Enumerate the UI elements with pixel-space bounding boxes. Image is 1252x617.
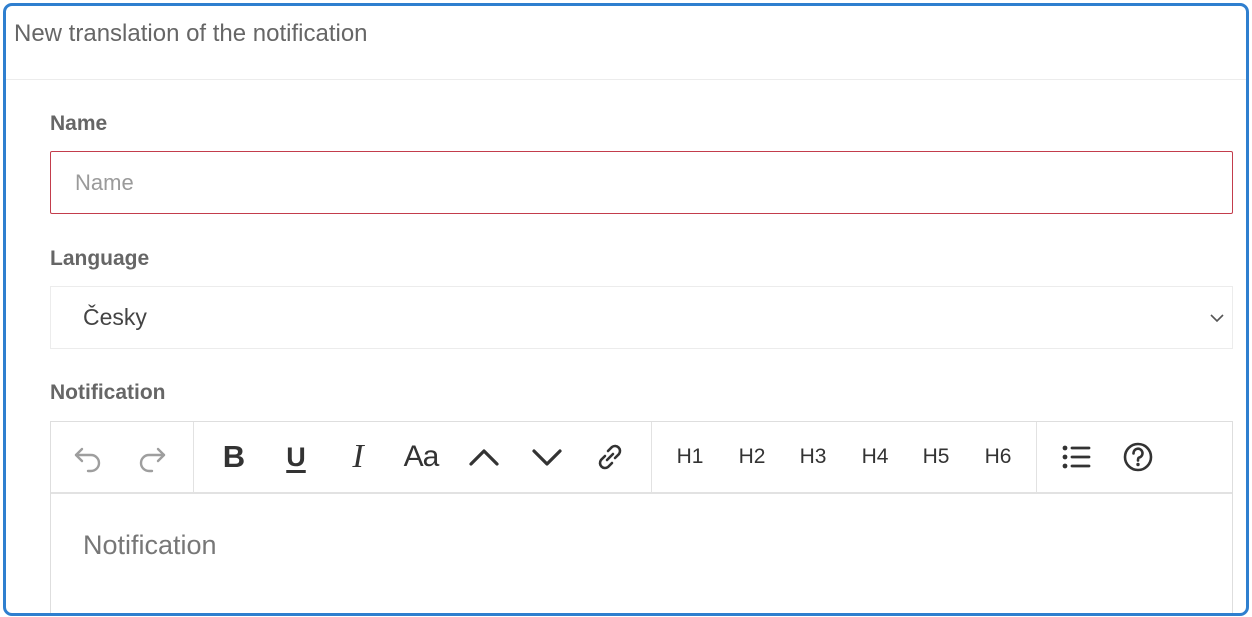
name-label: Name — [50, 112, 108, 135]
dialog-title: New translation of the notification — [6, 6, 1246, 80]
italic-button[interactable]: I — [335, 434, 381, 480]
notification-label: Notification — [50, 381, 166, 404]
heading-5-button[interactable]: H5 — [913, 434, 959, 480]
link-icon — [598, 444, 622, 470]
toolbar-divider — [193, 422, 194, 492]
heading-3-button[interactable]: H3 — [790, 434, 836, 480]
heading-6-label: H6 — [984, 445, 1012, 468]
heading-2-button[interactable]: H2 — [729, 434, 775, 480]
notification-editor: B U I Aa H1 H2 H3 H4 H5 H6 Notification — [50, 421, 1233, 613]
chevron-down-icon — [1208, 309, 1226, 327]
heading-6-button[interactable]: H6 — [975, 434, 1021, 480]
heading-1-label: H1 — [676, 445, 704, 468]
undo-icon — [74, 447, 101, 473]
chevron-up-icon — [469, 449, 499, 466]
bold-button[interactable]: B — [211, 434, 257, 480]
redo-icon — [139, 447, 166, 473]
undo-button[interactable] — [65, 434, 111, 480]
bullet-list-button[interactable] — [1053, 434, 1099, 480]
translation-dialog: New translation of the notification Name… — [3, 3, 1249, 616]
toolbar-divider — [1036, 422, 1037, 492]
redo-button[interactable] — [129, 434, 175, 480]
help-icon — [1123, 442, 1153, 472]
italic-icon: I — [352, 438, 364, 475]
font-size-icon: Aa — [403, 440, 440, 473]
heading-3-label: H3 — [799, 445, 827, 468]
chevron-down-icon — [532, 449, 562, 466]
heading-4-label: H4 — [861, 445, 889, 468]
bullet-list-icon — [1062, 445, 1091, 469]
language-label: Language — [50, 247, 150, 270]
increase-button[interactable] — [461, 434, 507, 480]
toolbar-divider — [651, 422, 652, 492]
font-size-button[interactable]: Aa — [398, 434, 444, 480]
language-selected-value: Česky — [83, 304, 147, 330]
heading-4-button[interactable]: H4 — [852, 434, 898, 480]
underline-button[interactable]: U — [273, 434, 319, 480]
name-input[interactable] — [50, 151, 1233, 214]
editor-toolbar: B U I Aa H1 H2 H3 H4 H5 H6 — [51, 422, 1232, 494]
link-button[interactable] — [587, 434, 633, 480]
notification-editor-placeholder[interactable]: Notification — [83, 530, 217, 561]
language-select[interactable]: Česky — [50, 286, 1233, 349]
decrease-button[interactable] — [524, 434, 570, 480]
bold-icon: B — [222, 439, 246, 474]
help-button[interactable] — [1115, 434, 1161, 480]
underline-icon: U — [286, 441, 306, 472]
heading-1-button[interactable]: H1 — [667, 434, 713, 480]
heading-5-label: H5 — [922, 445, 950, 468]
heading-2-label: H2 — [738, 445, 766, 468]
